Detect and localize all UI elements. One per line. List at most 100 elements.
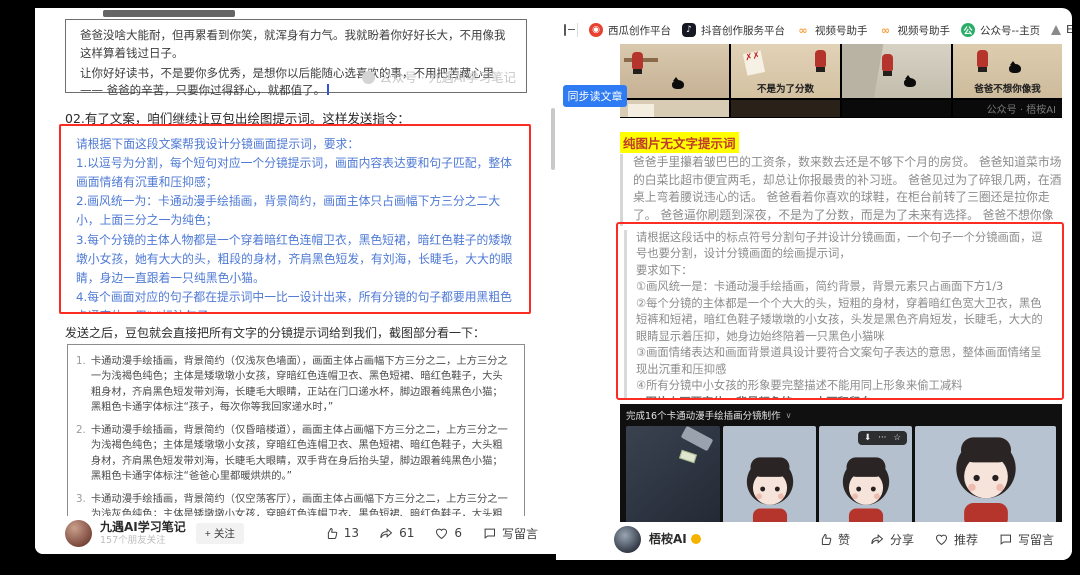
reading-list-icon[interactable]: [564, 24, 575, 36]
road-shape: [842, 44, 908, 98]
body-text: 发送之后，豆包就会直接把所有文字的分镜提示词给到我们，截图部分看一下：: [65, 326, 486, 340]
girl-figure: [977, 50, 988, 72]
channels-icon: ∞: [796, 23, 810, 37]
prompt-line-bold: ⑤图片上不要字体，背景颜色统一，大面积留白: [636, 395, 1052, 398]
bookmark-xigua[interactable]: ◉ 西瓜创作平台: [589, 23, 671, 38]
exam-paper-shape: ✗✗: [742, 50, 766, 76]
highlighted-heading: 纯图片无文字提示词: [620, 132, 739, 153]
storyboard-image-partial[interactable]: [842, 100, 951, 117]
heart-icon: [436, 528, 448, 539]
left-article-window: 爸爸没啥大能耐，但再累看到你笑，就浑身有力气。我就盼着你好好长大，不用像我这样算…: [35, 8, 556, 554]
watermark: 公众号 · 九遇AI学习笔记: [362, 68, 516, 87]
prompt-line: ③画面情绪表达和画面背景道具设计要符合文案句子表达的意思，整体画面情绪呈现出沉重…: [636, 346, 1042, 376]
comment-icon: [1000, 534, 1011, 545]
comment-button[interactable]: 写留言: [998, 531, 1054, 548]
generated-image[interactable]: [723, 426, 816, 524]
comment-button[interactable]: 写留言: [482, 525, 538, 542]
prompt-line: ②每个分镜的主体都是一个个大大的头，短粗的身材，穿着暗红色宽大卫衣，黑色短裤和短…: [636, 296, 1043, 343]
author-name[interactable]: 九遇AI学习笔记: [100, 520, 186, 534]
black-cat-shape: [1009, 61, 1021, 73]
chevron-down-icon: ∨: [785, 410, 792, 420]
left-author-bar: 九遇AI学习笔记 157个朋友关注 + 关注 13 61 6 写留言: [35, 516, 556, 554]
girl-figure: [632, 52, 643, 74]
copy-text-box: 爸爸没啥大能耐，但再累看到你笑，就浑身有力气。我就盼着你好好长大，不用像我这样算…: [65, 19, 527, 97]
followers-count: 157个朋友关注: [100, 534, 166, 546]
prompt-intro: 请根据这段话中的标点符号分割句子并设计分镜画面，一个句子一个分镜画面，逗号也要分…: [636, 231, 1043, 261]
more-icon[interactable]: ···: [878, 433, 886, 443]
star-icon[interactable]: ☆: [893, 433, 901, 443]
bookmark-explore[interactable]: Explore: [1051, 24, 1072, 36]
comment-icon: [484, 528, 495, 539]
watermark: 公众号 · 梧桉AI: [986, 105, 1056, 116]
text-cursor: [327, 84, 330, 96]
share-arrow-icon: [380, 527, 393, 538]
share-button[interactable]: 61: [379, 526, 414, 541]
result-item: 1. 卡通动漫手绘插画，背景简约（仅浅灰色墙面），画面主体占画幅下方三分之二，上方…: [76, 355, 508, 414]
storyboard-image-grid[interactable]: ✗✗ 不是为了分数 爸爸不想你像我 公众号 · 梧桉AI: [620, 44, 1062, 118]
prompt-line: 4.每个画面对应的句子都在提示词中一比一设计出来，所有分镜的句子都要用黑粗色卡通…: [76, 289, 512, 312]
storyboard-image[interactable]: [842, 44, 951, 98]
follow-button[interactable]: + 关注: [195, 522, 244, 544]
girl-figure: [815, 50, 826, 72]
image-caption: 爸爸不想你像我: [974, 84, 1041, 95]
bookmark-channels-2[interactable]: ∞ 视频号助手: [878, 23, 950, 38]
prompt-line: 1.以逗号为分割，每个短句对应一个分镜提示词，画面内容表达要和句子匹配，整体画面…: [76, 156, 512, 190]
task-status-row[interactable]: 完成16个卡通动漫手绘插画分镜制作 ∨: [626, 408, 1056, 423]
screenshot-stage: 爸爸没啥大能耐，但再累看到你笑，就浑身有力气。我就盼着你好好长大，不用像我这样算…: [0, 0, 1080, 575]
clipped-heading-fragment: [103, 10, 235, 17]
sync-read-article-button[interactable]: 同步读文章: [563, 85, 627, 107]
source-copy-quote: 爸爸手里攥着皱巴巴的工资条，数来数去还是不够下个月的房贷。 爸爸知道菜市场的白菜…: [620, 154, 1062, 226]
doubao-media-panel: 完成16个卡通动漫手绘插画分镜制作 ∨ ⬇ ··· ☆: [620, 404, 1062, 526]
xigua-icon: ◉: [589, 23, 603, 37]
douyin-icon: ♪: [682, 23, 696, 37]
download-icon[interactable]: ⬇: [864, 433, 871, 443]
image-toolbar[interactable]: ⬇ ··· ☆: [858, 431, 907, 445]
recommend-button[interactable]: 推荐: [934, 531, 978, 548]
prompt-annotation-box: 请根据这段话中的标点符号分割句子并设计分镜画面，一个句子一个分镜画面，逗号也要分…: [616, 222, 1064, 400]
heart-icon: [935, 534, 947, 545]
generated-image[interactable]: [626, 426, 720, 524]
bookmarks-bar: ◉ 西瓜创作平台 ♪ 抖音创作服务平台 ∞ 视频号助手 ∞ 视频号助手 公 公众…: [556, 18, 1072, 42]
avatar[interactable]: [65, 519, 92, 547]
black-cat-shape: [672, 77, 684, 89]
result-item: 2. 卡通动漫手绘插画，背景简约（仅昏暗楼道），画面主体占画幅下方三分之二，上方三…: [76, 423, 508, 483]
girl-illustration: [842, 457, 889, 524]
explore-icon: [1051, 25, 1062, 35]
share-arrow-icon: [871, 533, 884, 544]
storyboard-image-partial[interactable]: 公众号 · 梧桉AI: [953, 100, 1062, 117]
prompt-line: 3.每个分镜的主体人物都是一个穿着暗红色连帽卫衣，黑色短裙，暗红色鞋子的矮墩墩小…: [76, 232, 513, 285]
wechat-logo-icon: [362, 70, 376, 84]
share-button[interactable]: 分享: [870, 531, 914, 548]
storyboard-image-partial[interactable]: [731, 100, 840, 117]
generated-image[interactable]: ⬇ ··· ☆: [819, 426, 912, 524]
author-name[interactable]: 梧桉AI: [649, 532, 701, 546]
bookmark-mp-weixin[interactable]: 公 公众号--主页: [961, 23, 1040, 38]
left-window-scrollbar[interactable]: [551, 108, 555, 170]
generated-image[interactable]: [915, 426, 1056, 524]
like-button[interactable]: 赞: [818, 531, 850, 548]
girl-figure: [882, 54, 893, 76]
prompt-line: ④所有分镜中小女孩的形象要完整描述不能用同上形象来偷工减料: [636, 379, 963, 393]
storyboard-image[interactable]: 爸爸不想你像我: [953, 44, 1062, 98]
prompt-quote: 请根据这段话中的标点符号分割句子并设计分镜画面，一个句子一个分镜画面，逗号也要分…: [624, 230, 1052, 398]
mp-weixin-icon: 公: [961, 23, 975, 37]
image-caption: 不是为了分数: [756, 84, 814, 95]
prompt-line: 2.画风统一为：卡通动漫手绘插画，背景简约，画面主体只占画幅下方三分之二大小，上…: [76, 194, 501, 228]
storyboard-image-partial[interactable]: [620, 100, 729, 117]
avatar[interactable]: [614, 525, 641, 553]
divider: [577, 23, 578, 37]
copy-paragraph: 爸爸没啥大能耐，但再累看到你笑，就浑身有力气。我就盼着你好好长大，不用像我这样算…: [80, 28, 506, 60]
thumb-up-icon: [821, 533, 832, 545]
money-shape: [679, 449, 697, 464]
storyboard-image[interactable]: ✗✗ 不是为了分数: [731, 44, 840, 98]
arm-shape: [680, 426, 714, 452]
black-cat-shape: [904, 75, 916, 87]
storyboard-image[interactable]: [620, 44, 729, 98]
prompt-annotation-box: 请根据下面这段文案帮我设计分镜画面提示词，要求： 1.以逗号为分割，每个短句对应…: [59, 124, 531, 314]
bookmark-douyin[interactable]: ♪ 抖音创作服务平台: [682, 23, 785, 38]
bookmark-channels-1[interactable]: ∞ 视频号助手: [796, 23, 868, 38]
favorite-button[interactable]: 6: [434, 526, 462, 541]
thumb-up-icon: [327, 527, 338, 539]
paper-shape: [628, 104, 654, 117]
like-button[interactable]: 13: [324, 526, 359, 541]
